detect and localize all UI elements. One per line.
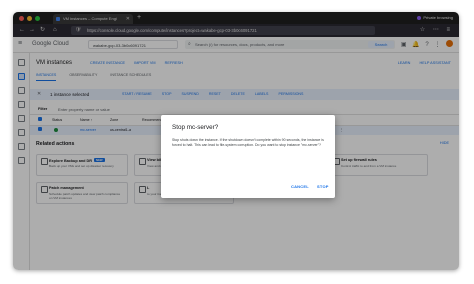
browser-window: VM instances – Compute Engi ✕ + Private … [13,12,459,270]
stop-instance-dialog: Stop mc-server? Stop shuts down the inst… [161,115,335,198]
cancel-button[interactable]: CANCEL [291,184,309,189]
dialog-body: Stop shuts down the instance. If the shu… [172,138,324,147]
dialog-title: Stop mc-server? [172,124,219,131]
confirm-stop-button[interactable]: STOP [317,184,329,189]
